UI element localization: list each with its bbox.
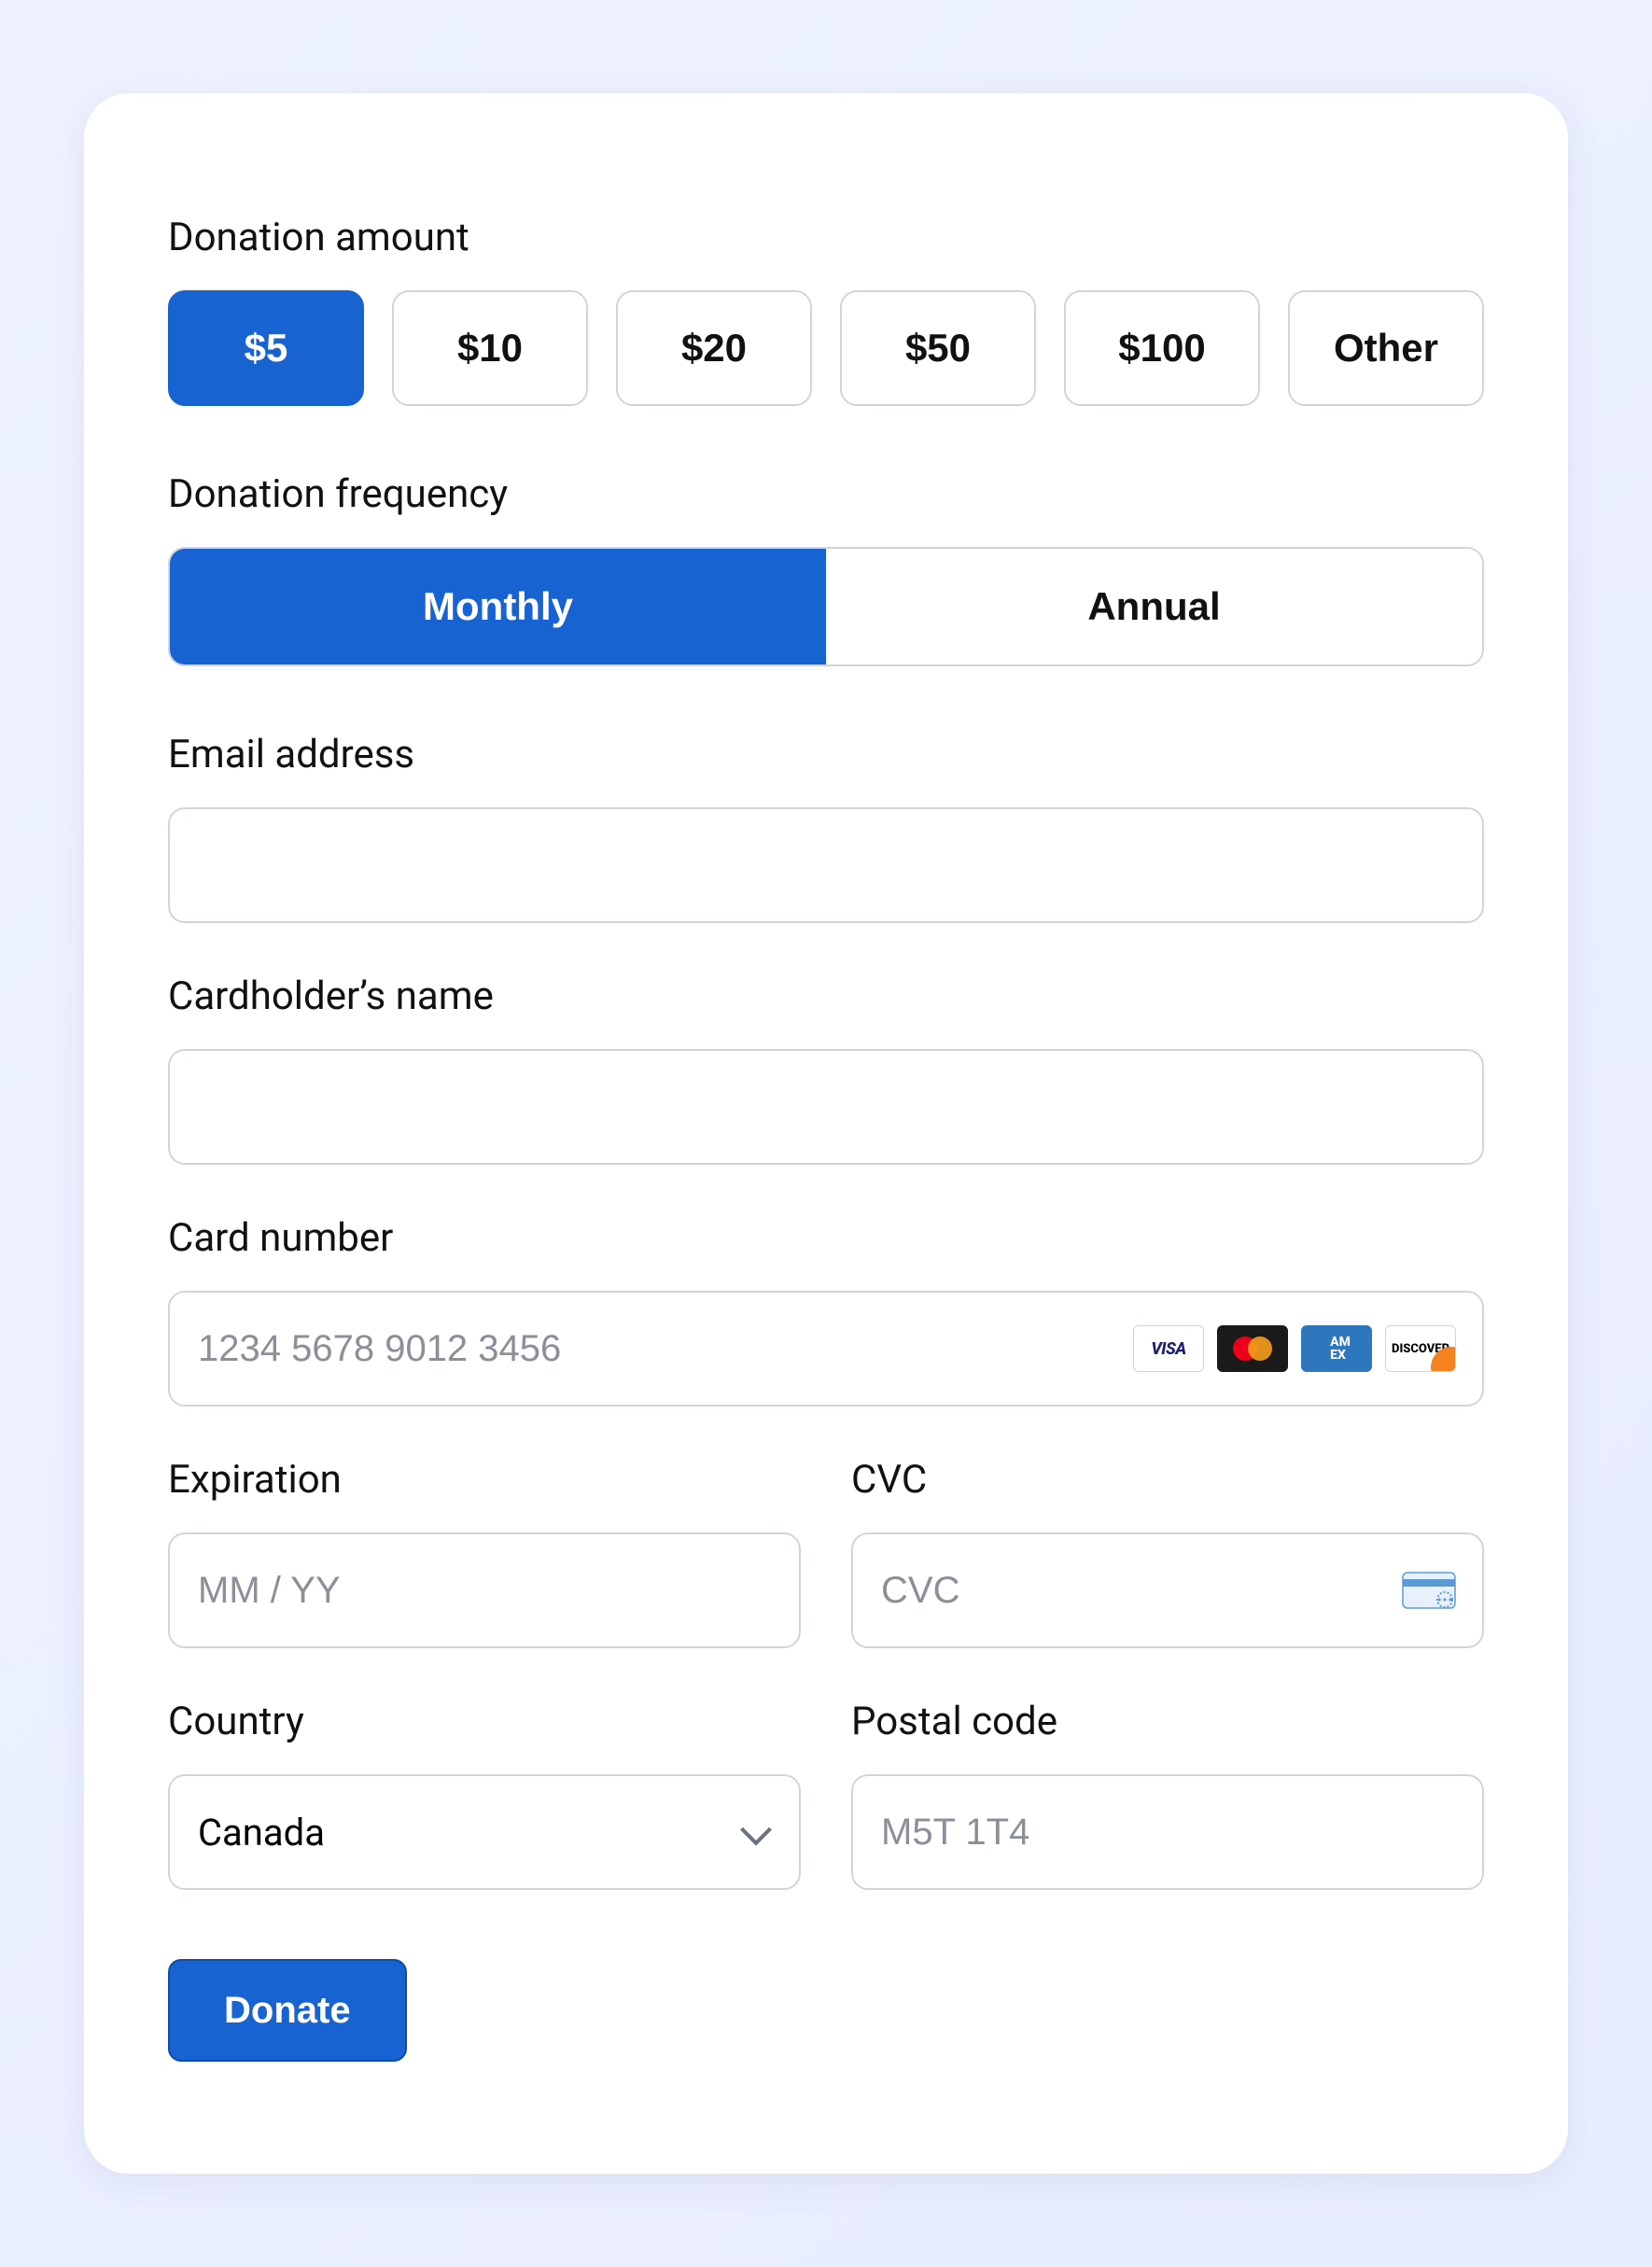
discover-icon: DISCOVER — [1385, 1325, 1456, 1372]
donation-amount-options: $5 $10 $20 $50 $100 Other — [168, 290, 1484, 406]
amount-option-50[interactable]: $50 — [840, 290, 1036, 406]
amount-option-5[interactable]: $5 — [168, 290, 364, 406]
amount-option-10[interactable]: $10 — [392, 290, 588, 406]
cardholder-name-field[interactable] — [168, 1049, 1484, 1165]
amount-option-other[interactable]: Other — [1288, 290, 1484, 406]
country-value: Canada — [168, 1774, 801, 1890]
cardholder-name-label: Cardholder’s name — [168, 973, 1484, 1019]
amex-icon: AMEX — [1301, 1325, 1372, 1372]
card-number-label: Card number — [168, 1215, 1484, 1261]
amount-option-20[interactable]: $20 — [616, 290, 812, 406]
expiration-field[interactable] — [168, 1532, 801, 1648]
country-label: Country — [168, 1699, 801, 1744]
cvc-card-icon — [1402, 1572, 1456, 1609]
email-label: Email address — [168, 732, 1484, 777]
amount-option-100[interactable]: $100 — [1064, 290, 1260, 406]
donation-amount-label: Donation amount — [168, 215, 1484, 260]
frequency-monthly[interactable]: Monthly — [170, 549, 826, 665]
frequency-annual[interactable]: Annual — [826, 549, 1482, 665]
postal-code-label: Postal code — [851, 1699, 1484, 1744]
donate-button[interactable]: Donate — [168, 1959, 407, 2062]
email-field[interactable] — [168, 807, 1484, 923]
donation-frequency-label: Donation frequency — [168, 471, 1484, 517]
donation-frequency-toggle: Monthly Annual — [168, 547, 1484, 666]
postal-code-field[interactable] — [851, 1774, 1484, 1890]
expiration-label: Expiration — [168, 1457, 801, 1503]
mastercard-icon — [1217, 1325, 1288, 1372]
cvc-field[interactable] — [851, 1532, 1484, 1648]
card-brand-icons: VISA AMEX DISCOVER — [1133, 1325, 1456, 1372]
cvc-label: CVC — [851, 1457, 1484, 1503]
donation-form-card: Donation amount $5 $10 $20 $50 $100 Othe… — [84, 93, 1568, 2174]
country-select[interactable]: Canada — [168, 1774, 801, 1890]
visa-icon: VISA — [1133, 1325, 1204, 1372]
